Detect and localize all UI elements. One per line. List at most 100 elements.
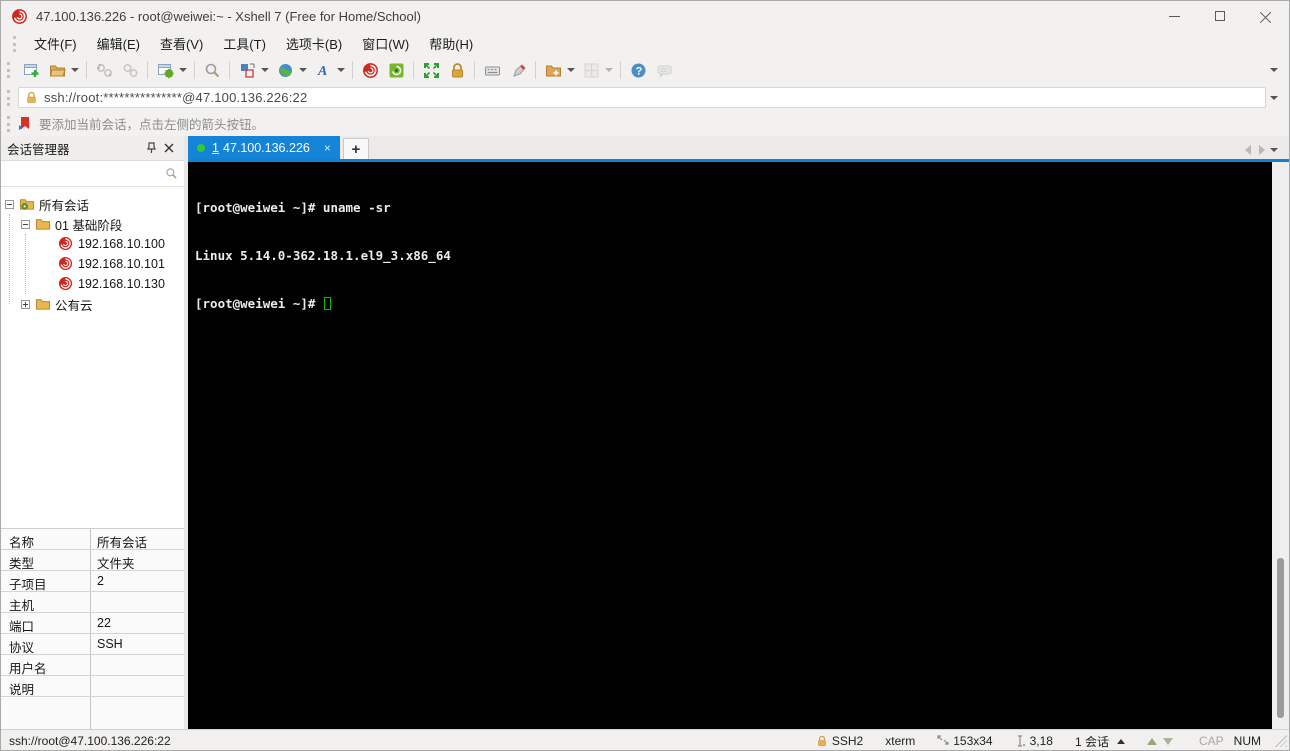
fullscreen-button[interactable]	[418, 58, 444, 82]
maximize-button[interactable]	[1197, 1, 1243, 31]
xftp-button[interactable]	[383, 58, 409, 82]
terminal-prompt-line: [root@weiwei ~]#	[195, 296, 1272, 312]
encoding-button[interactable]	[272, 58, 298, 82]
scroll-down-icon[interactable]	[1162, 737, 1173, 745]
session-search-input[interactable]	[7, 164, 165, 183]
open-button[interactable]	[44, 58, 70, 82]
scroll-up-icon[interactable]	[1146, 737, 1157, 745]
tab-scroll-left-icon[interactable]	[1245, 145, 1251, 155]
terminal-prompt: [root@weiwei ~]#	[195, 296, 323, 311]
tree-label: 所有会话	[39, 198, 90, 213]
xshell-button[interactable]	[357, 58, 383, 82]
collapse-expander-icon[interactable]	[5, 199, 14, 209]
menu-window[interactable]: 窗口(W)	[352, 31, 419, 56]
status-protocol-label: SSH2	[831, 734, 864, 748]
help-button[interactable]: ?	[625, 58, 651, 82]
menu-edit[interactable]: 编辑(E)	[87, 31, 150, 56]
tile-windows-dropdown-icon[interactable]	[605, 68, 613, 72]
session-tree: 所有会话 01 基础阶段 192.168.10.100 192.168.10.1…	[1, 188, 184, 528]
session-properties-dropdown-icon[interactable]	[179, 68, 187, 72]
encoding-dropdown-icon[interactable]	[299, 68, 307, 72]
fullscreen-icon	[423, 62, 439, 78]
close-panel-icon	[164, 143, 174, 153]
tree-item-all-sessions[interactable]: 所有会话	[1, 194, 184, 214]
num-lock-indicator: NUM	[1233, 734, 1261, 748]
infobar-grip[interactable]	[7, 115, 10, 132]
keyboard-icon	[484, 66, 500, 75]
new-session-button[interactable]	[18, 58, 44, 82]
find-button[interactable]	[199, 58, 225, 82]
close-panel-button[interactable]	[160, 139, 178, 157]
compose-button[interactable]	[505, 58, 531, 82]
tree-label: 192.168.10.130	[78, 277, 165, 291]
font-button[interactable]: A	[310, 58, 336, 82]
menu-bar: 文件(F) 编辑(E) 查看(V) 工具(T) 选项卡(B) 窗口(W) 帮助(…	[1, 31, 1289, 56]
tree-item-folder-01[interactable]: 01 基础阶段	[1, 214, 184, 234]
disconnect-button[interactable]	[91, 58, 117, 82]
resize-grip[interactable]	[1275, 735, 1287, 747]
tree-item-folder-public-cloud[interactable]: 公有云	[1, 294, 184, 314]
menu-tabs[interactable]: 选项卡(B)	[276, 31, 352, 56]
expand-expander-icon[interactable]	[21, 299, 30, 309]
menu-file[interactable]: 文件(F)	[24, 31, 87, 56]
menu-view[interactable]: 查看(V)	[150, 31, 213, 56]
tree-item-session-130[interactable]: 192.168.10.130	[1, 274, 184, 294]
status-screen-size-label: 153x34	[953, 734, 993, 748]
feedback-button[interactable]	[651, 58, 677, 82]
property-label: 协议	[1, 634, 91, 655]
menubar-grip[interactable]	[13, 35, 16, 52]
collapse-expander-icon[interactable]	[21, 219, 30, 229]
tab-scroll-right-icon[interactable]	[1259, 145, 1265, 155]
new-session-folder-dropdown-icon[interactable]	[567, 68, 575, 72]
toolbar-overflow-icon[interactable]	[1270, 68, 1278, 72]
toolbar-grip[interactable]	[7, 62, 10, 78]
session-properties-grid: 名称 所有会话 类型 文件夹 子项目 2 主机 端口 22 协议 SSH 用户名…	[1, 528, 184, 730]
tile-windows-button[interactable]	[578, 58, 604, 82]
xshell-logo-icon	[12, 8, 27, 24]
terminal-scrollbar[interactable]	[1272, 162, 1289, 729]
lock-icon	[451, 62, 463, 77]
session-count-dropdown[interactable]: 1 会话	[1075, 733, 1125, 750]
status-cursor-position: 3,18	[1015, 734, 1053, 748]
tab-list-dropdown-icon[interactable]	[1270, 148, 1278, 152]
session-count-arrow-icon	[1116, 738, 1125, 744]
tab-close-icon[interactable]: ×	[324, 141, 331, 155]
toolbar: A ?	[1, 56, 1289, 84]
close-button[interactable]	[1243, 1, 1289, 31]
session-properties-icon	[157, 63, 174, 78]
property-value	[91, 592, 184, 612]
open-dropdown-icon[interactable]	[71, 68, 79, 72]
terminal-screen[interactable]: [root@weiwei ~]# uname -sr Linux 5.14.0-…	[188, 162, 1272, 729]
toolbar-separator	[620, 61, 621, 79]
font-dropdown-icon[interactable]	[337, 68, 345, 72]
pin-panel-button[interactable]	[142, 139, 160, 157]
minimize-button[interactable]	[1151, 1, 1197, 31]
session-properties-button[interactable]	[152, 58, 178, 82]
tab-session-active[interactable]: 1 47.100.136.226 ×	[188, 136, 340, 159]
status-screen-size: 153x34	[937, 734, 993, 748]
screen-size-icon	[937, 735, 949, 745]
search-icon	[166, 168, 177, 179]
new-tab-button[interactable]: +	[342, 138, 369, 159]
menu-tools[interactable]: 工具(T)	[213, 31, 276, 56]
scrollbar-thumb[interactable]	[1277, 558, 1284, 718]
address-field[interactable]: ssh://root:***************@47.100.136.22…	[18, 87, 1266, 108]
reconnect-button[interactable]	[117, 58, 143, 82]
addressbar-grip[interactable]	[7, 89, 10, 106]
tree-item-session-100[interactable]: 192.168.10.100	[1, 234, 184, 254]
help-icon: ?	[631, 63, 645, 77]
address-dropdown-icon[interactable]	[1270, 95, 1278, 100]
virtual-keyboard-button[interactable]	[479, 58, 505, 82]
xshell-window: 47.100.136.226 - root@weiwei:~ - Xshell …	[0, 0, 1290, 751]
layout-button[interactable]	[234, 58, 260, 82]
lock-screen-button[interactable]	[444, 58, 470, 82]
property-row: 协议 SSH	[1, 634, 184, 655]
menu-help[interactable]: 帮助(H)	[419, 31, 483, 56]
info-bar: 要添加当前会话，点击左侧的箭头按钮。	[1, 111, 1289, 136]
tree-item-session-101[interactable]: 192.168.10.101	[1, 254, 184, 274]
layout-dropdown-icon[interactable]	[261, 68, 269, 72]
tree-label: 01 基础阶段	[55, 218, 123, 233]
xshell-session-icon	[58, 256, 74, 272]
toolbar-separator	[535, 61, 536, 79]
new-session-folder-button[interactable]	[540, 58, 566, 82]
